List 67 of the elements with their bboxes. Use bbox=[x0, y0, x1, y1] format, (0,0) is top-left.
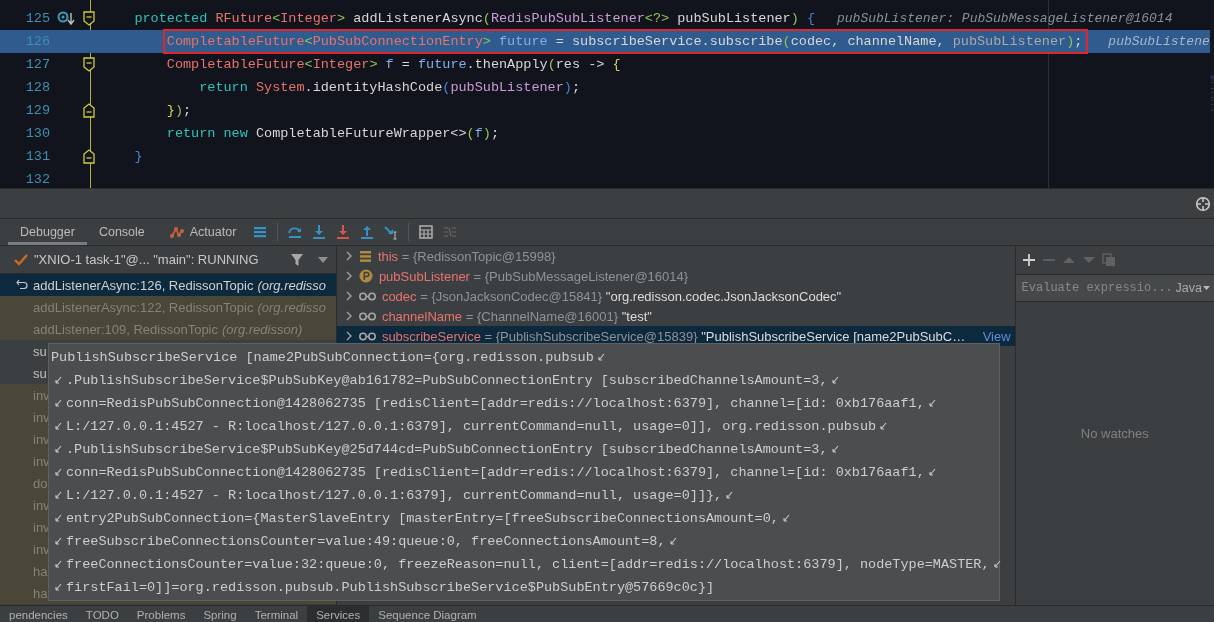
add-icon[interactable] bbox=[1021, 253, 1036, 267]
debug-tab[interactable]: Console bbox=[86, 219, 157, 245]
code-line: protected RFuture<Integer> addListenerAsync(RedisPubSubListener<?> pubSubListener) { bbox=[134, 10, 815, 28]
tooltip-line: freeConnectionsCounter=value:32:queue:0, freezeReason=null, client=[addr=redis://localhost:6379], nodeType=MASTER, bbox=[66, 557, 990, 572]
nodes-icon bbox=[168, 225, 185, 239]
variable-value[interactable]: this = {RedissonTopic@15998} bbox=[377, 248, 556, 264]
tool-window-tab[interactable]: TODO bbox=[76, 606, 128, 622]
code-line: }); bbox=[166, 102, 192, 120]
evaluate-field[interactable]: Evaluate expressio... Java bbox=[1015, 274, 1214, 302]
fold-icon[interactable] bbox=[83, 11, 95, 26]
crosshair-icon[interactable] bbox=[1195, 195, 1211, 212]
variable-value[interactable]: codec = {JsonJacksonCodec@15841} "org.redisson.codec.JsonJacksonCodec" bbox=[381, 288, 842, 304]
line-number: 130 bbox=[24, 126, 50, 141]
empty-message: No watches bbox=[1080, 426, 1149, 441]
inline-value-hint: pubSubListene bbox=[1108, 34, 1210, 49]
tooltip-line: L:/127.0.0.1:4527 - R:localhost/127.0.0.1:6379], currentCommand=null, usage=0]]}, bbox=[66, 488, 723, 503]
debug-tab[interactable]: Actuator bbox=[156, 219, 249, 245]
code-line: return new CompletableFutureWrapper<>(f); bbox=[166, 125, 499, 143]
variable-value[interactable]: pubSubListener = {PubSubMessageListener@16014} bbox=[378, 268, 689, 284]
breakpoint-icon[interactable] bbox=[57, 11, 75, 26]
dropdown-caret-icon[interactable] bbox=[1203, 286, 1210, 290]
tool-window-tab[interactable]: Sequence Diagram bbox=[369, 606, 486, 622]
tooltip-line: PublishSubscribeService [name2PubSubConnection={org.redisson.pubsub bbox=[51, 350, 594, 365]
code-line: CompletableFuture<PubSubConnectionEntry> future = subscribeService.subscribe(codec, channelName, pubSubListener); bbox=[164, 31, 1087, 52]
line-number: 131 bbox=[24, 149, 50, 164]
inline-value-hint: pubSubListener: PubSubMessageListener@16014 bbox=[837, 11, 1173, 26]
dropdown-caret-icon[interactable] bbox=[317, 256, 328, 263]
thread-selector[interactable]: "XNIO-1 task-1"@... "main": RUNNING bbox=[34, 252, 284, 267]
line-number: 127 bbox=[24, 57, 50, 72]
tooltip-line: L:/127.0.0.1:4527 - R:localhost/127.0.0.1:6379], currentCommand=null, usage=0]], org.redisson.pubsub bbox=[66, 419, 877, 434]
fold-icon[interactable] bbox=[83, 149, 95, 164]
variable-value[interactable]: channelName = {ChannelName@16001} "test" bbox=[381, 308, 652, 324]
debug-tab[interactable]: Debugger bbox=[8, 219, 87, 245]
stack-frame[interactable]: su bbox=[33, 343, 47, 359]
tool-window-tab[interactable]: Services bbox=[307, 606, 370, 622]
line-number: 125 bbox=[24, 11, 50, 26]
tool-window-tab[interactable]: pendencies bbox=[0, 606, 77, 622]
tooltip-line: entry2PubSubConnection={MasterSlaveEntry [masterEntry=[freeSubscribeConnectionsAmount=0, bbox=[66, 511, 779, 526]
code-line: } bbox=[134, 148, 143, 166]
variable-value[interactable]: subscribeService = {PublishSubscribeService@15839} "PublishSubscribeService [name2PubSubC… bbox=[381, 328, 966, 344]
line-number: 132 bbox=[24, 172, 50, 187]
fold-icon[interactable] bbox=[83, 57, 95, 72]
tooltip-line: .PublishSubscribeService$PubSubKey@ab161782=PubSubConnectionEntry [subscribedChannelsAmount=3, bbox=[66, 373, 828, 388]
tooltip-line: conn=RedisPubSubConnection@1428062735 [redisClient=[addr=redis://localhost:6379], channel=[id: 0xb176aaf1, bbox=[66, 396, 925, 411]
tooltip-line: conn=RedisPubSubConnection@1428062735 [redisClient=[addr=redis://localhost:6379], channel=[id: 0xb176aaf1, bbox=[66, 465, 925, 480]
stack-icon bbox=[358, 249, 372, 263]
check-icon bbox=[14, 253, 28, 266]
tooltip-line: .PublishSubscribeService$PubSubKey@25d744cd=PubSubConnectionEntry [subscribedChannelsAmount=3, bbox=[66, 442, 828, 457]
parameter-icon bbox=[358, 269, 373, 283]
glasses-icon bbox=[358, 291, 376, 301]
tool-window-tab[interactable]: Problems bbox=[127, 606, 195, 622]
tool-window-tab[interactable]: Spring bbox=[194, 606, 246, 622]
return-arrow-icon bbox=[16, 278, 28, 290]
glasses-icon bbox=[358, 331, 376, 341]
stack-frame[interactable]: su bbox=[33, 365, 47, 381]
view-link[interactable]: View bbox=[982, 328, 1015, 344]
line-number: 129 bbox=[24, 103, 50, 118]
code-line: CompletableFuture<Integer> f = future.thenApply(res -> { bbox=[166, 56, 621, 74]
code-line: return System.identityHashCode(pubSubListener); bbox=[199, 79, 581, 97]
glasses-icon bbox=[358, 311, 376, 321]
filter-icon[interactable] bbox=[289, 252, 304, 267]
tooltip-line: firstFail=0]]=org.redisson.pubsub.PublishSubscribeService$PubSubEntry@57669c0c}] bbox=[66, 580, 715, 595]
fold-icon[interactable] bbox=[83, 103, 95, 118]
language-selector[interactable]: Java bbox=[1175, 281, 1210, 295]
line-number: 128 bbox=[24, 80, 50, 95]
tool-window-tab[interactable]: Terminal bbox=[245, 606, 308, 622]
tooltip-line: freeSubscribeConnectionsCounter=value:49:queue:0, freeConnectionsAmount=8, bbox=[66, 534, 666, 549]
